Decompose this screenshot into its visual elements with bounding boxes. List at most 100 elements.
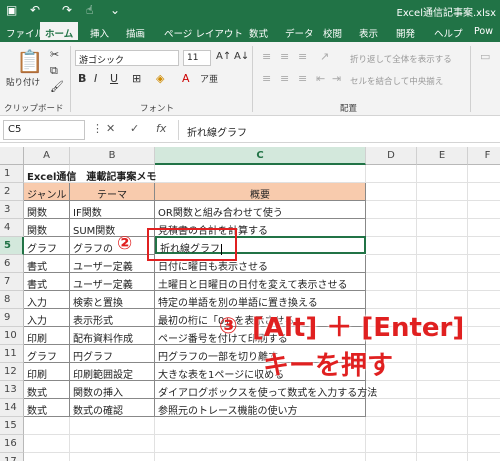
table-cell[interactable]: SUM関数 [70, 219, 155, 237]
cell[interactable] [24, 453, 70, 461]
cell[interactable] [417, 363, 468, 381]
sheet-title-cell[interactable]: Excel通信 連載記事案メモ [24, 165, 156, 183]
cell[interactable] [417, 273, 468, 291]
cell[interactable] [468, 345, 500, 363]
table-cell[interactable]: ユーザー定義 [70, 255, 155, 273]
cell[interactable] [155, 165, 366, 183]
column-header-e[interactable]: E [417, 147, 468, 165]
shrink-font-icon[interactable]: A↓ [234, 51, 249, 62]
row-header[interactable]: 2 [0, 183, 24, 201]
tab-review[interactable]: 校閲 [323, 26, 342, 40]
table-cell[interactable]: ダイアログボックスを使って数式を入力する方法 [155, 381, 377, 399]
copy-icon[interactable]: ⧉ [50, 64, 58, 78]
cell[interactable] [24, 435, 70, 453]
row-header[interactable]: 15 [0, 417, 24, 435]
cell[interactable] [70, 417, 155, 435]
column-header-f[interactable]: F [468, 147, 500, 165]
cell[interactable] [417, 381, 468, 399]
tab-page-layout[interactable]: ページ レイアウト [164, 26, 243, 40]
cell[interactable] [155, 417, 366, 435]
align-center-icon[interactable]: ≡ [280, 72, 289, 85]
confirm-entry-button[interactable]: ✓ [130, 122, 139, 135]
row-header[interactable]: 5 [0, 237, 24, 255]
table-cell[interactable]: 入力 [24, 291, 70, 309]
cell[interactable] [468, 183, 500, 201]
tab-view[interactable]: 表示 [359, 26, 378, 40]
cell[interactable] [468, 255, 500, 273]
align-middle-icon[interactable]: ≡ [280, 50, 289, 63]
cell[interactable] [468, 273, 500, 291]
touch-mode-icon[interactable]: ☝ [86, 3, 93, 17]
redo-icon[interactable]: ↷ [62, 3, 72, 17]
table-cell[interactable]: 配布資料作成 [70, 327, 155, 345]
row-header[interactable]: 14 [0, 399, 24, 417]
table-cell[interactable]: 表示形式 [70, 309, 155, 327]
grow-font-icon[interactable]: A↑ [216, 51, 231, 62]
table-cell[interactable]: 印刷範囲設定 [70, 363, 155, 381]
row-header[interactable]: 10 [0, 327, 24, 345]
tab-file[interactable]: ファイル [6, 26, 44, 40]
table-cell[interactable]: グラフの [70, 237, 155, 255]
underline-button[interactable]: U [110, 72, 118, 85]
header-cell-summary[interactable]: 概要 [155, 183, 366, 201]
paste-button[interactable]: 貼り付け [6, 76, 40, 88]
cell[interactable] [417, 255, 468, 273]
cell[interactable] [417, 201, 468, 219]
cell[interactable] [468, 453, 500, 461]
table-cell[interactable]: 印刷 [24, 363, 70, 381]
row-header[interactable]: 11 [0, 345, 24, 363]
table-cell[interactable]: グラフ [24, 345, 70, 363]
cell[interactable] [366, 219, 417, 237]
wrap-text-button[interactable]: 折り返して全体を表示する [350, 53, 452, 65]
insert-function-button[interactable]: fx [156, 122, 166, 135]
row-header[interactable]: 12 [0, 363, 24, 381]
cell[interactable] [70, 435, 155, 453]
cell[interactable] [366, 165, 417, 183]
row-header[interactable]: 13 [0, 381, 24, 399]
tab-home[interactable]: ホーム [40, 22, 79, 42]
cell[interactable] [468, 165, 500, 183]
header-cell-genre[interactable]: ジャンル [24, 183, 70, 201]
tab-help[interactable]: ヘルプ [434, 26, 463, 40]
row-header[interactable]: 17 [0, 453, 24, 461]
table-cell[interactable]: 参照元のトレース機能の使い方 [155, 399, 366, 417]
table-cell[interactable]: 書式 [24, 273, 70, 291]
cell[interactable] [468, 291, 500, 309]
cell[interactable] [366, 435, 417, 453]
save-icon[interactable]: ▣ [6, 3, 17, 17]
tab-draw[interactable]: 描画 [126, 26, 145, 40]
customize-quick-access-icon[interactable]: ⌄ [110, 3, 120, 17]
tab-power[interactable]: Pow [474, 26, 493, 37]
cancel-entry-button[interactable]: ✕ [106, 122, 115, 135]
table-cell[interactable]: OR関数と組み合わせて使う [155, 201, 366, 219]
cell[interactable] [468, 327, 500, 345]
header-cell-theme[interactable]: テーマ [70, 183, 155, 201]
align-top-icon[interactable]: ≡ [262, 50, 271, 63]
cell[interactable] [70, 453, 155, 461]
column-header-a[interactable]: A [24, 147, 70, 165]
bold-button[interactable]: B [78, 72, 86, 85]
cell[interactable] [468, 381, 500, 399]
column-header-c[interactable]: C [155, 147, 366, 165]
number-format-icon[interactable]: ▭ [480, 50, 490, 63]
row-header[interactable]: 16 [0, 435, 24, 453]
orientation-icon[interactable]: ↗ [320, 50, 329, 63]
tab-insert[interactable]: 挿入 [90, 26, 109, 40]
decrease-indent-icon[interactable]: ⇤ [316, 72, 325, 85]
select-all-corner[interactable] [0, 147, 24, 165]
font-color-icon[interactable]: A [182, 72, 190, 85]
cell[interactable] [417, 417, 468, 435]
italic-button[interactable]: I [94, 72, 97, 85]
table-cell[interactable]: 関数 [24, 219, 70, 237]
cell[interactable] [468, 417, 500, 435]
row-header[interactable]: 1 [0, 165, 24, 183]
row-header[interactable]: 8 [0, 291, 24, 309]
font-size-select[interactable]: 11 [183, 50, 211, 66]
table-cell[interactable]: 数式の確認 [70, 399, 155, 417]
cell[interactable] [155, 453, 366, 461]
fill-color-icon[interactable]: ◈ [156, 72, 164, 85]
format-painter-icon[interactable]: 🖌 [50, 80, 64, 93]
cell[interactable] [366, 399, 417, 417]
table-cell[interactable]: 円グラフ [70, 345, 155, 363]
tab-developer[interactable]: 開発 [396, 26, 415, 40]
